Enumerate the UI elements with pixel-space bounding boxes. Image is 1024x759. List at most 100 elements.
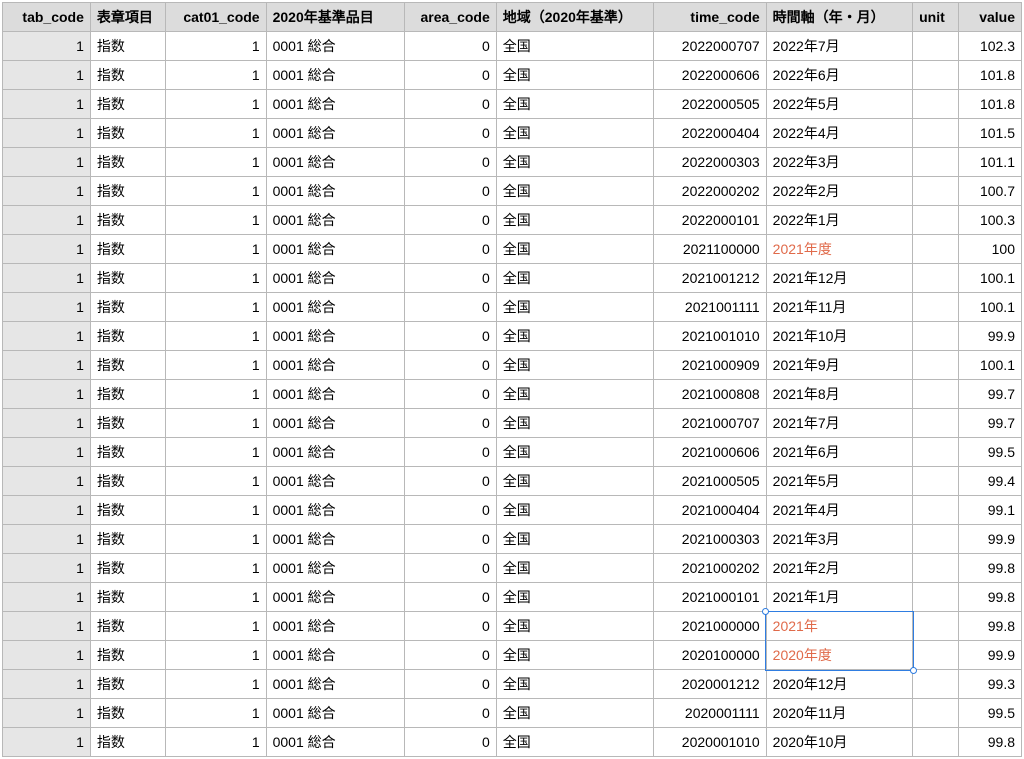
cell-unit[interactable] <box>913 264 959 293</box>
cell-time_code[interactable]: 2022000101 <box>653 206 766 235</box>
cell-area_code[interactable]: 0 <box>404 177 496 206</box>
cell-cat01_code[interactable]: 1 <box>166 583 266 612</box>
cell-time[interactable]: 2022年2月 <box>766 177 912 206</box>
cell-hinmoku[interactable]: 0001 総合 <box>266 206 404 235</box>
cell-area_code[interactable]: 0 <box>404 583 496 612</box>
col-header-time[interactable]: 時間軸（年・月） <box>766 3 912 32</box>
cell-value[interactable]: 101.5 <box>959 119 1022 148</box>
table-body[interactable]: 1指数10001 総合0全国20220007072022年7月102.31指数1… <box>3 32 1022 757</box>
cell-time[interactable]: 2022年4月 <box>766 119 912 148</box>
cell-chiiki[interactable]: 全国 <box>496 380 653 409</box>
cell-cat01_code[interactable]: 1 <box>166 32 266 61</box>
table-row[interactable]: 1指数10001 総合0全国20210005052021年5月99.4 <box>3 467 1022 496</box>
cell-unit[interactable] <box>913 235 959 264</box>
cell-value[interactable]: 101.8 <box>959 90 1022 119</box>
col-header-area_code[interactable]: area_code <box>404 3 496 32</box>
cell-chiiki[interactable]: 全国 <box>496 61 653 90</box>
cell-cat01_code[interactable]: 1 <box>166 235 266 264</box>
cell-time[interactable]: 2022年7月 <box>766 32 912 61</box>
cell-tab_code[interactable]: 1 <box>3 670 91 699</box>
cell-hinmoku[interactable]: 0001 総合 <box>266 351 404 380</box>
cell-tab_code[interactable]: 1 <box>3 641 91 670</box>
cell-time_code[interactable]: 2020001111 <box>653 699 766 728</box>
table-row[interactable]: 1指数10001 総合0全国20220001012022年1月100.3 <box>3 206 1022 235</box>
cell-hinmoku[interactable]: 0001 総合 <box>266 612 404 641</box>
cell-hyosho[interactable]: 指数 <box>90 293 165 322</box>
cell-chiiki[interactable]: 全国 <box>496 322 653 351</box>
cell-time_code[interactable]: 2021001111 <box>653 293 766 322</box>
cell-value[interactable]: 100.7 <box>959 177 1022 206</box>
cell-area_code[interactable]: 0 <box>404 612 496 641</box>
cell-tab_code[interactable]: 1 <box>3 467 91 496</box>
cell-cat01_code[interactable]: 1 <box>166 293 266 322</box>
cell-area_code[interactable]: 0 <box>404 148 496 177</box>
cell-hyosho[interactable]: 指数 <box>90 409 165 438</box>
col-header-time_code[interactable]: time_code <box>653 3 766 32</box>
cell-cat01_code[interactable]: 1 <box>166 264 266 293</box>
cell-chiiki[interactable]: 全国 <box>496 293 653 322</box>
cell-chiiki[interactable]: 全国 <box>496 438 653 467</box>
cell-chiiki[interactable]: 全国 <box>496 496 653 525</box>
table-row[interactable]: 1指数10001 総合0全国20210007072021年7月99.7 <box>3 409 1022 438</box>
cell-tab_code[interactable]: 1 <box>3 699 91 728</box>
cell-time[interactable]: 2022年3月 <box>766 148 912 177</box>
cell-cat01_code[interactable]: 1 <box>166 554 266 583</box>
cell-hyosho[interactable]: 指数 <box>90 496 165 525</box>
cell-unit[interactable] <box>913 583 959 612</box>
table-row[interactable]: 1指数10001 総合0全国20201000002020年度99.9 <box>3 641 1022 670</box>
cell-area_code[interactable]: 0 <box>404 264 496 293</box>
cell-tab_code[interactable]: 1 <box>3 148 91 177</box>
cell-time_code[interactable]: 2020001212 <box>653 670 766 699</box>
cell-time_code[interactable]: 2020100000 <box>653 641 766 670</box>
cell-chiiki[interactable]: 全国 <box>496 641 653 670</box>
cell-unit[interactable] <box>913 293 959 322</box>
cell-time_code[interactable]: 2021100000 <box>653 235 766 264</box>
cell-value[interactable]: 99.3 <box>959 670 1022 699</box>
cell-cat01_code[interactable]: 1 <box>166 119 266 148</box>
cell-area_code[interactable]: 0 <box>404 322 496 351</box>
cell-value[interactable]: 99.5 <box>959 699 1022 728</box>
cell-time[interactable]: 2021年4月 <box>766 496 912 525</box>
cell-hyosho[interactable]: 指数 <box>90 554 165 583</box>
cell-cat01_code[interactable]: 1 <box>166 467 266 496</box>
cell-chiiki[interactable]: 全国 <box>496 235 653 264</box>
cell-chiiki[interactable]: 全国 <box>496 206 653 235</box>
cell-area_code[interactable]: 0 <box>404 32 496 61</box>
cell-area_code[interactable]: 0 <box>404 235 496 264</box>
cell-hyosho[interactable]: 指数 <box>90 438 165 467</box>
cell-hyosho[interactable]: 指数 <box>90 322 165 351</box>
cell-time[interactable]: 2020年12月 <box>766 670 912 699</box>
cell-area_code[interactable]: 0 <box>404 206 496 235</box>
cell-area_code[interactable]: 0 <box>404 554 496 583</box>
table-row[interactable]: 1指数10001 総合0全国20210012122021年12月100.1 <box>3 264 1022 293</box>
cell-unit[interactable] <box>913 554 959 583</box>
cell-unit[interactable] <box>913 467 959 496</box>
cell-hyosho[interactable]: 指数 <box>90 351 165 380</box>
cell-area_code[interactable]: 0 <box>404 351 496 380</box>
cell-area_code[interactable]: 0 <box>404 467 496 496</box>
cell-time_code[interactable]: 2022000505 <box>653 90 766 119</box>
table-row[interactable]: 1指数10001 総合0全国20220007072022年7月102.3 <box>3 32 1022 61</box>
cell-unit[interactable] <box>913 699 959 728</box>
cell-hyosho[interactable]: 指数 <box>90 61 165 90</box>
cell-value[interactable]: 99.7 <box>959 380 1022 409</box>
cell-time[interactable]: 2022年5月 <box>766 90 912 119</box>
table-row[interactable]: 1指数10001 総合0全国20210009092021年9月100.1 <box>3 351 1022 380</box>
cell-hinmoku[interactable]: 0001 総合 <box>266 467 404 496</box>
cell-area_code[interactable]: 0 <box>404 409 496 438</box>
cell-unit[interactable] <box>913 90 959 119</box>
table-row[interactable]: 1指数10001 総合0全国20210001012021年1月99.8 <box>3 583 1022 612</box>
cell-time[interactable]: 2020年11月 <box>766 699 912 728</box>
cell-time[interactable]: 2021年7月 <box>766 409 912 438</box>
cell-time_code[interactable]: 2021000303 <box>653 525 766 554</box>
cell-unit[interactable] <box>913 525 959 554</box>
cell-value[interactable]: 101.1 <box>959 148 1022 177</box>
cell-unit[interactable] <box>913 641 959 670</box>
cell-time_code[interactable]: 2021000909 <box>653 351 766 380</box>
col-header-chiiki[interactable]: 地域（2020年基準） <box>496 3 653 32</box>
cell-area_code[interactable]: 0 <box>404 90 496 119</box>
cell-chiiki[interactable]: 全国 <box>496 583 653 612</box>
cell-hyosho[interactable]: 指数 <box>90 119 165 148</box>
table-row[interactable]: 1指数10001 総合0全国20210010102021年10月99.9 <box>3 322 1022 351</box>
cell-value[interactable]: 99.9 <box>959 641 1022 670</box>
